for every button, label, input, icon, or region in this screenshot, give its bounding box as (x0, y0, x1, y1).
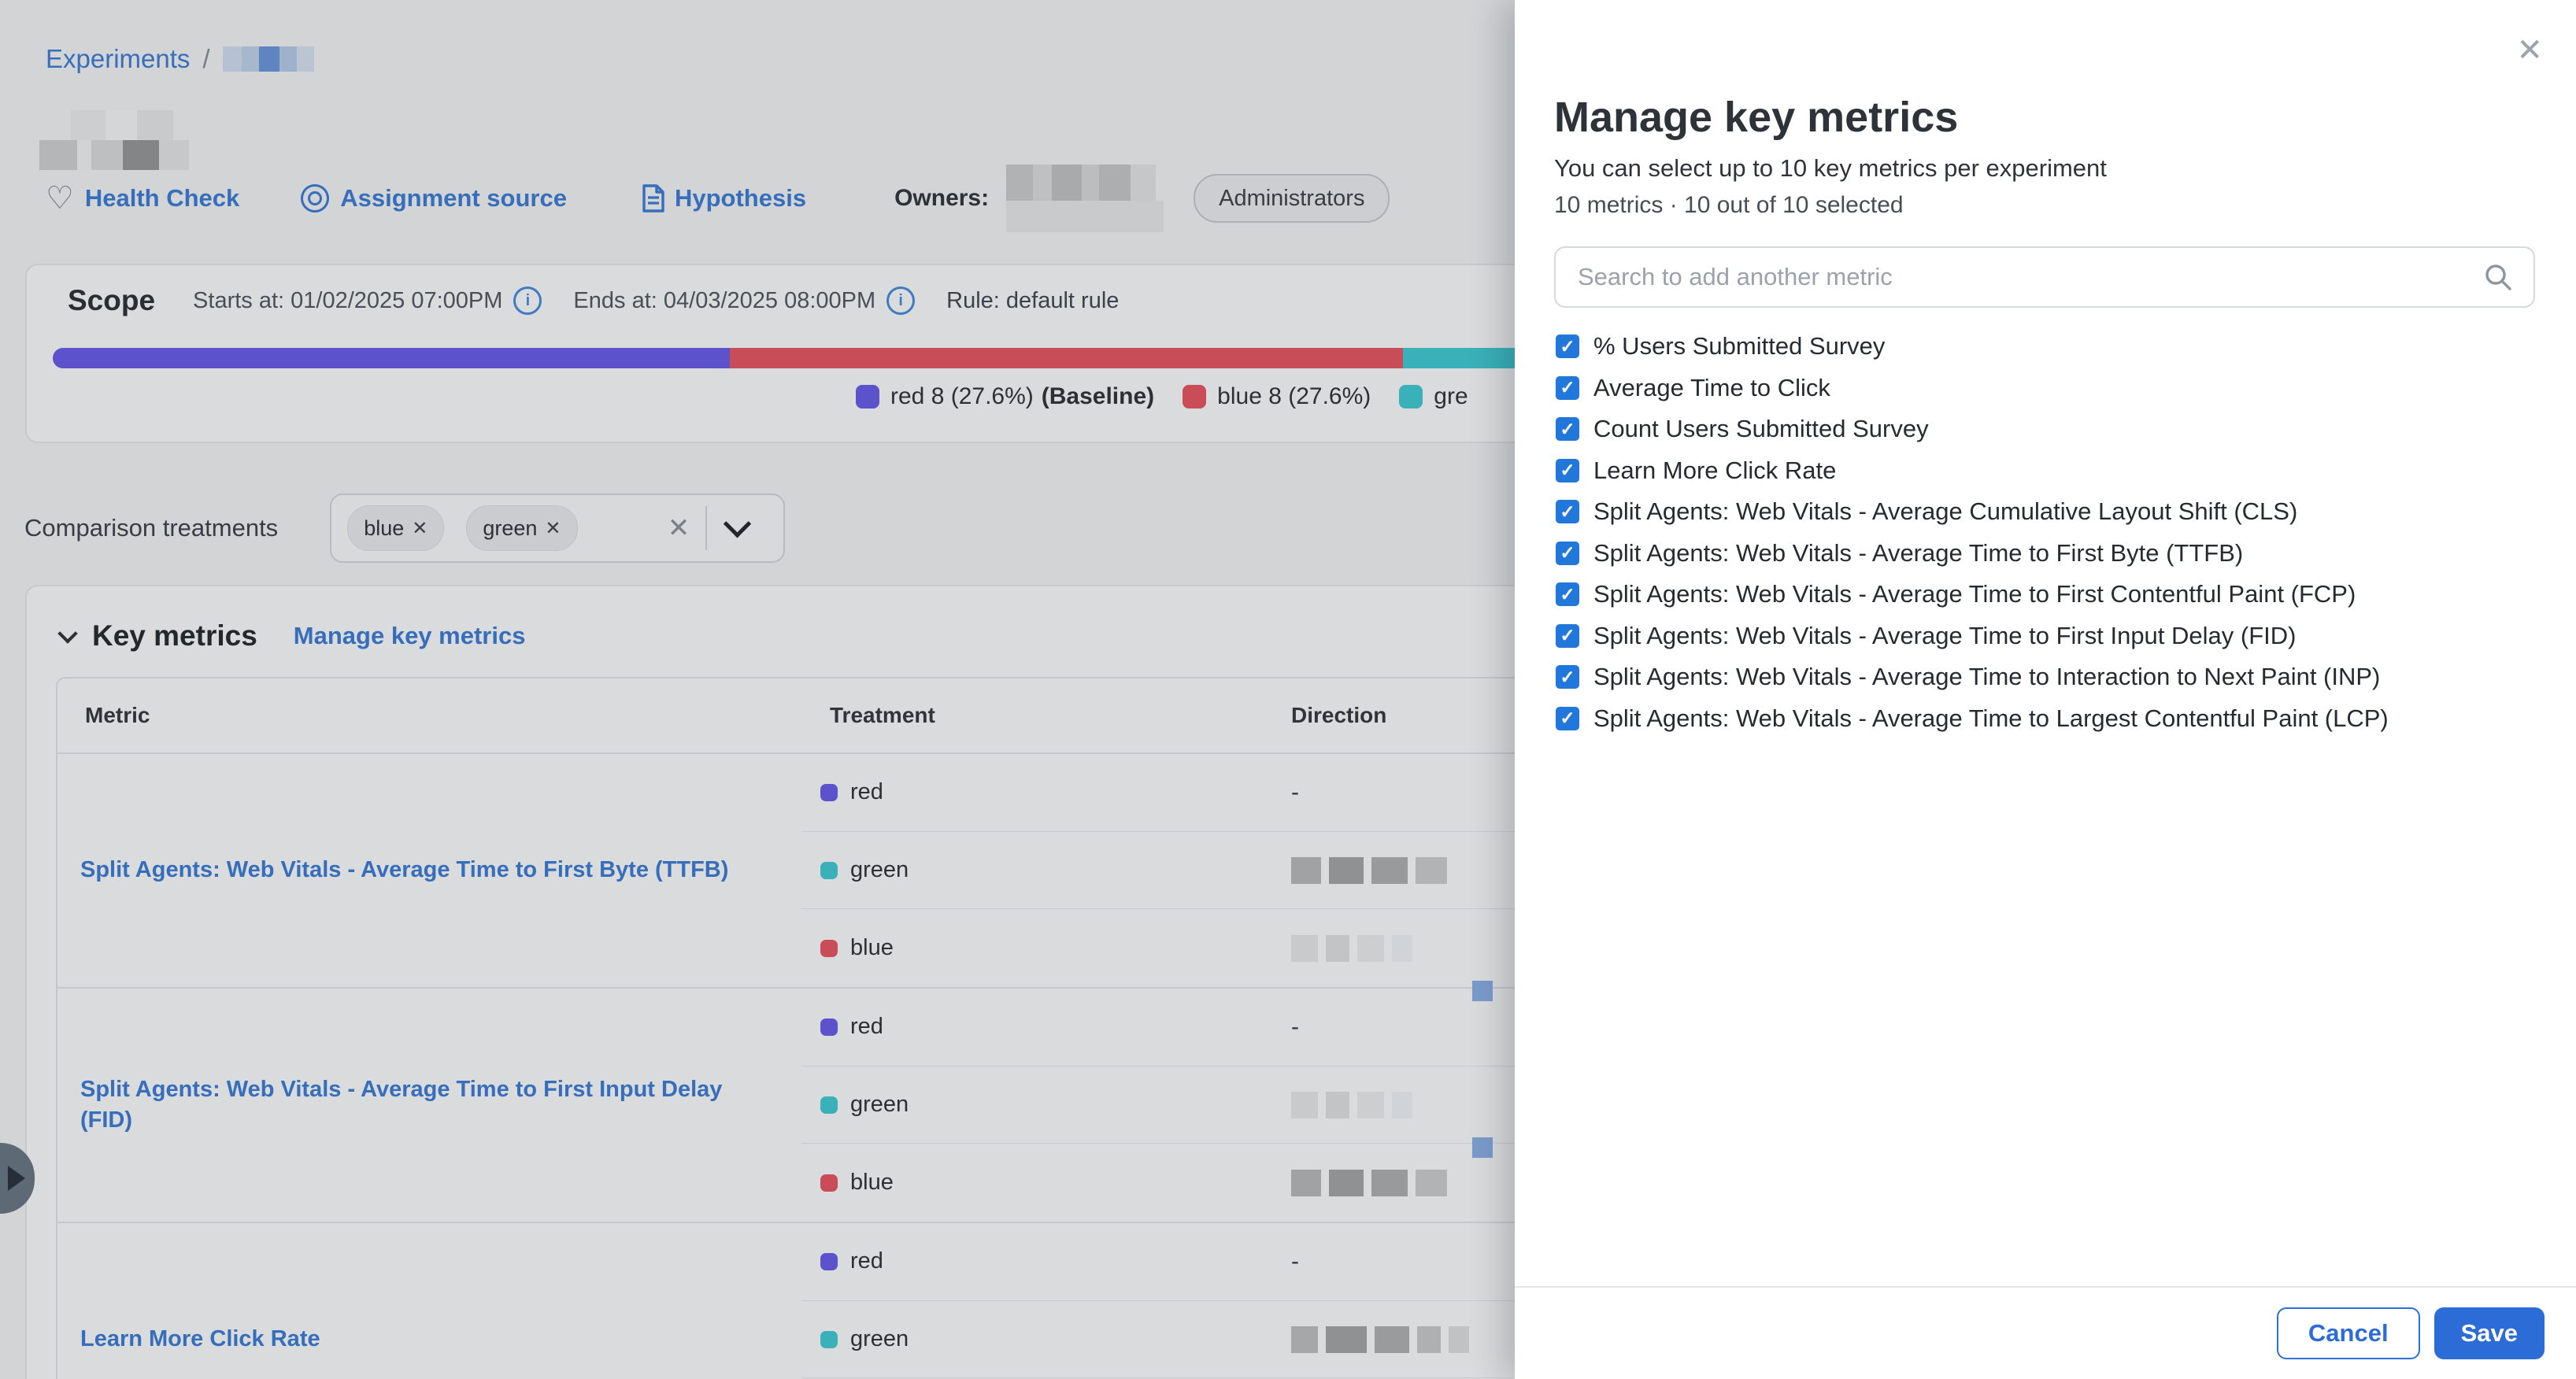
metric-checkbox[interactable]: ✓ (1556, 459, 1579, 482)
panel-title: Manage key metrics (1554, 93, 1958, 142)
close-icon[interactable]: ✕ (2516, 35, 2543, 66)
metric-checkbox[interactable]: ✓ (1556, 665, 1579, 689)
metric-checkbox[interactable]: ✓ (1556, 500, 1579, 523)
metric-search-box (1554, 246, 2535, 308)
metric-option-label: Count Users Submitted Survey (1593, 415, 1929, 443)
metric-option-row: ✓ Learn More Click Rate (1556, 450, 2545, 492)
metric-option-label: % Users Submitted Survey (1593, 332, 1885, 360)
panel-subtitle: You can select up to 10 key metrics per … (1554, 154, 2107, 183)
metric-option-label: Average Time to Click (1593, 374, 1830, 402)
screen: Experiments / (0, 0, 2576, 1379)
metric-checkbox[interactable]: ✓ (1556, 624, 1579, 648)
metric-option-row: ✓ Split Agents: Web Vitals - Average Time… (1556, 574, 2545, 616)
metric-search-input[interactable] (1576, 262, 2483, 292)
metric-checkbox-list: ✓ % Users Submitted Survey ✓ Average Time t… (1556, 326, 2545, 739)
metric-option-label: Learn More Click Rate (1593, 457, 1836, 485)
metric-option-row: ✓ % Users Submitted Survey (1556, 326, 2545, 368)
metric-option-label: Split Agents: Web Vitals - Average Time … (1593, 704, 2389, 733)
metric-checkbox[interactable]: ✓ (1556, 376, 1579, 400)
metric-option-label: Split Agents: Web Vitals - Average Time … (1593, 580, 2356, 608)
panel-footer: Cancel Save (1515, 1286, 2576, 1379)
metric-checkbox[interactable]: ✓ (1556, 417, 1579, 441)
metric-option-row: ✓ Split Agents: Web Vitals - Average Time… (1556, 533, 2545, 575)
metric-option-label: Split Agents: Web Vitals - Average Cumul… (1593, 497, 2297, 526)
metric-option-row: ✓ Average Time to Click (1556, 368, 2545, 409)
metric-option-label: Split Agents: Web Vitals - Average Time … (1593, 622, 2296, 650)
metric-checkbox[interactable]: ✓ (1556, 335, 1579, 358)
search-icon (2483, 262, 2513, 292)
save-button[interactable]: Save (2434, 1307, 2545, 1359)
metric-option-row: ✓ Count Users Submitted Survey (1556, 409, 2545, 450)
metrics-count-text: 10 metrics · 10 out of 10 selected (1554, 192, 1904, 219)
metric-option-row: ✓ Split Agents: Web Vitals - Average Time… (1556, 656, 2545, 698)
cancel-button[interactable]: Cancel (2277, 1307, 2420, 1359)
metric-option-row: ✓ Split Agents: Web Vitals - Average Time… (1556, 698, 2545, 740)
manage-key-metrics-panel: ✕ Manage key metrics You can select up t… (1515, 0, 2576, 1379)
metric-option-row: ✓ Split Agents: Web Vitals - Average Time… (1556, 616, 2545, 657)
metric-checkbox[interactable]: ✓ (1556, 582, 1579, 606)
metric-checkbox[interactable]: ✓ (1556, 542, 1579, 565)
metric-checkbox[interactable]: ✓ (1556, 707, 1579, 730)
metric-option-label: Split Agents: Web Vitals - Average Time … (1593, 539, 2243, 567)
metric-option-label: Split Agents: Web Vitals - Average Time … (1593, 663, 2380, 691)
metric-option-row: ✓ Split Agents: Web Vitals - Average Cumu… (1556, 491, 2545, 533)
